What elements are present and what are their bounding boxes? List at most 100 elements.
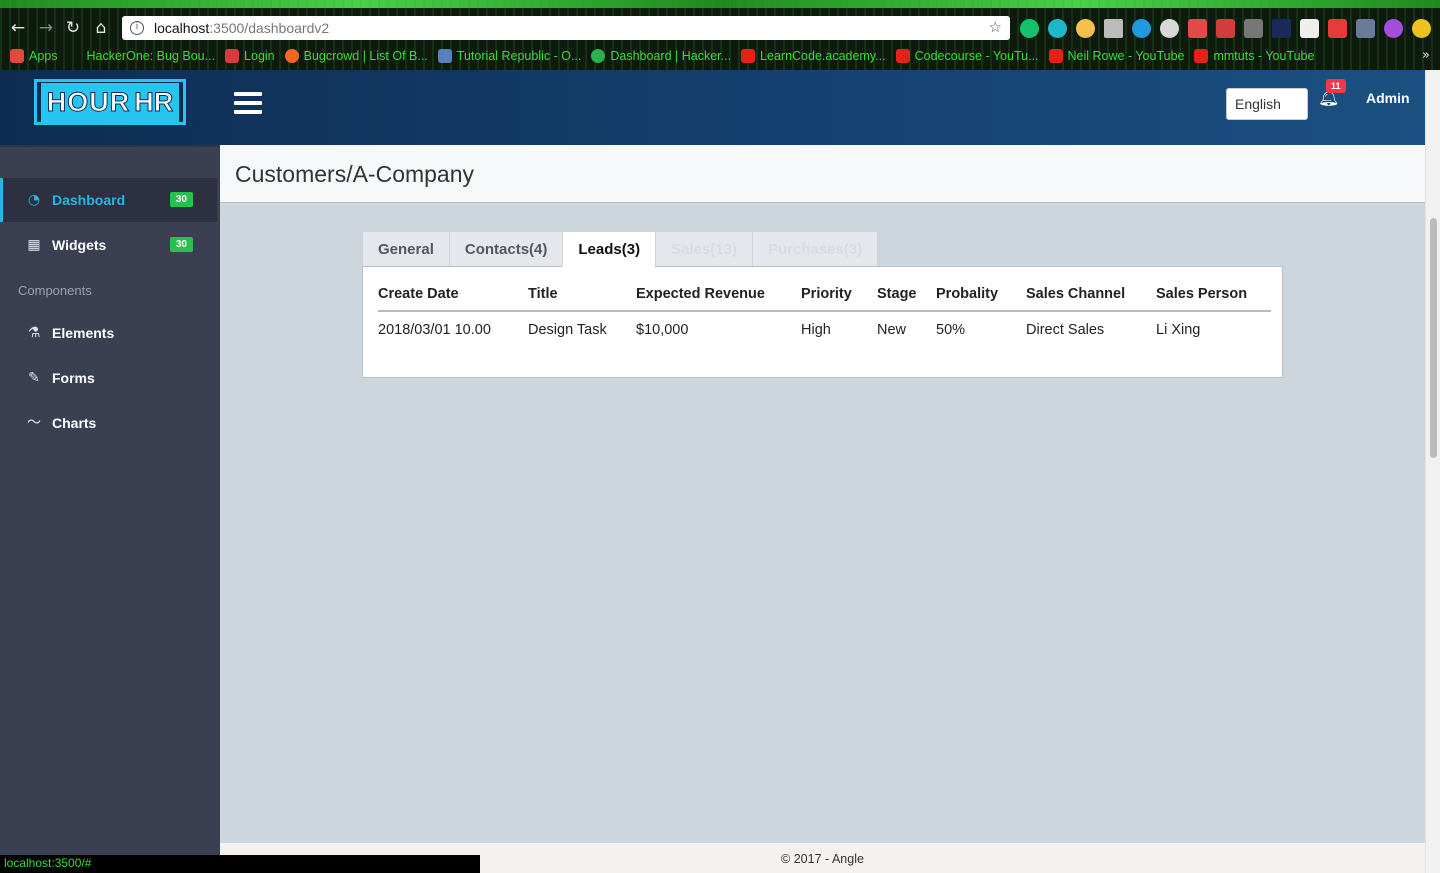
bookmark-label: Codecourse - YouTu...: [914, 49, 1039, 63]
extensions-bar: [1020, 19, 1431, 38]
extension-n-icon[interactable]: [1272, 19, 1291, 38]
bookmark-label: Apps: [29, 49, 58, 63]
column-header[interactable]: Stage: [877, 281, 936, 312]
sidebar-item-label: Forms: [52, 370, 95, 386]
user-menu[interactable]: Admin: [1366, 90, 1410, 106]
trend-icon: 〜: [27, 415, 41, 431]
grammarly-icon[interactable]: [1020, 19, 1039, 38]
tab-sales[interactable]: Sales(13): [655, 231, 752, 267]
bookmark-dashboard-hacker[interactable]: Dashboard | Hacker...: [591, 49, 731, 63]
bookmark-apps[interactable]: Apps: [10, 49, 58, 63]
youtube-icon: [895, 49, 910, 63]
bookmark-hackerone[interactable]: HackerOne: Bug Bou...: [68, 49, 216, 63]
extension-blue-icon[interactable]: [1132, 19, 1151, 38]
notification-badge: 11: [1326, 79, 1346, 93]
url-path: :3500/dashboardv2: [209, 20, 330, 36]
hackerone-icon: [68, 49, 82, 63]
table-row[interactable]: 2018/03/01 10.00 Design Task $10,000 Hig…: [378, 311, 1271, 346]
extension-coin-icon[interactable]: [1076, 19, 1095, 38]
extension-purple-icon[interactable]: [1384, 19, 1403, 38]
sidebar-badge: 30: [169, 237, 193, 252]
bookmark-bugcrowd[interactable]: Bugcrowd | List Of B...: [284, 49, 428, 63]
hacker-dashboard-icon: [591, 49, 606, 63]
page-title: Customers/A-Company: [235, 161, 475, 187]
column-header[interactable]: Priority: [801, 281, 877, 312]
extension-gray-icon[interactable]: [1160, 19, 1179, 38]
status-bar-url: localhost:3500/#: [0, 855, 480, 873]
sidebar-item-label: Dashboard: [52, 192, 126, 208]
sidebar-item-elements[interactable]: ⚗ Elements: [0, 311, 217, 355]
table-cell: High: [801, 322, 831, 338]
bugcrowd-icon: [284, 49, 299, 63]
logo-hr-text: HR: [134, 86, 174, 118]
leads-panel: Create Date Title Expected Revenue Prior…: [362, 266, 1283, 378]
tab-purchases[interactable]: Purchases(3): [751, 231, 879, 267]
logo-hour-text: HOUR: [46, 86, 131, 117]
sidebar-item-label: Elements: [52, 325, 115, 341]
grid-icon: ▦: [27, 237, 41, 253]
browser-toolbar: ← → ↻ ⌂ i localhost:3500/dashboardv2 ☆ A…: [0, 0, 1440, 70]
table-cell: Li Xing: [1156, 322, 1201, 338]
sidebar: ◔ Dashboard 30 ▦ Widgets 30 Components ⚗…: [0, 145, 220, 873]
bookmark-login[interactable]: Login: [225, 49, 275, 63]
tab-general[interactable]: General: [362, 231, 449, 267]
forward-icon[interactable]: →: [36, 18, 56, 38]
sidebar-item-label: Charts: [52, 415, 97, 431]
tutorial-republic-icon: [437, 49, 452, 63]
tab-bar: General Contacts(4) Leads(3) Sales(13) P…: [362, 231, 879, 267]
sidebar-item-dashboard[interactable]: ◔ Dashboard 30: [0, 178, 217, 222]
drive-icon[interactable]: [1104, 19, 1123, 38]
bookmark-tutorial-republic[interactable]: Tutorial Republic - O...: [437, 49, 582, 63]
scrollbar-thumb[interactable]: [1430, 218, 1437, 458]
extension-shield-icon[interactable]: [1188, 19, 1207, 38]
youtube-icon: [1048, 49, 1063, 63]
gauge-icon: ◔: [27, 192, 41, 208]
location-icon[interactable]: [1244, 19, 1263, 38]
table-cell: Design Task: [528, 322, 607, 338]
table-cell: 50%: [936, 322, 966, 338]
profile-icon[interactable]: [1412, 19, 1431, 38]
todoist-icon[interactable]: [1216, 19, 1235, 38]
tab-leads[interactable]: Leads(3): [562, 231, 656, 267]
bookmark-label: Tutorial Republic - O...: [456, 49, 582, 63]
column-header[interactable]: Title: [528, 281, 636, 312]
column-header[interactable]: Sales Person: [1156, 281, 1271, 312]
column-header[interactable]: Create Date: [378, 281, 528, 312]
bookmark-neil-rowe[interactable]: Neil Rowe - YouTube: [1048, 49, 1185, 63]
bookmark-label: Dashboard | Hacker...: [610, 49, 732, 63]
table-cell: $10,000: [636, 322, 689, 338]
language-select[interactable]: English: [1226, 88, 1308, 120]
column-header[interactable]: Sales Channel: [1026, 281, 1156, 312]
address-bar[interactable]: i localhost:3500/dashboardv2 ☆: [122, 16, 1010, 40]
youtube-icon: [1194, 49, 1209, 63]
scrollbar[interactable]: [1425, 70, 1440, 873]
flask-icon: ⚗: [27, 325, 41, 341]
home-icon[interactable]: ⌂: [91, 18, 111, 38]
info-icon[interactable]: i: [130, 21, 144, 35]
column-header[interactable]: Probality: [936, 281, 1026, 312]
extension-red-icon[interactable]: [1328, 19, 1347, 38]
bookmark-label: Neil Rowe - YouTube: [1067, 49, 1185, 63]
youtube-icon: [741, 49, 756, 63]
tab-contacts[interactable]: Contacts(4): [448, 231, 563, 267]
extension-white-icon[interactable]: [1300, 19, 1319, 38]
logo[interactable]: HOUR HR: [34, 79, 186, 125]
sidebar-item-charts[interactable]: 〜 Charts: [0, 401, 217, 445]
column-header[interactable]: Expected Revenue: [636, 281, 801, 312]
sidebar-item-forms[interactable]: ✎ Forms: [0, 356, 217, 400]
bookmark-star-icon[interactable]: ☆: [989, 18, 1002, 36]
bookmark-label: Login: [244, 49, 275, 63]
bookmark-codecourse[interactable]: Codecourse - YouTu...: [895, 49, 1039, 63]
extension-m-icon[interactable]: [1048, 19, 1067, 38]
menu-toggle-icon[interactable]: [234, 92, 262, 114]
extension-tool-icon[interactable]: [1356, 19, 1375, 38]
reload-icon[interactable]: ↻: [63, 18, 83, 38]
app-header: HOUR HR English 🔔︎ 11 Admin: [0, 70, 1425, 145]
bookmarks-overflow-icon[interactable]: »: [1422, 48, 1430, 63]
back-icon[interactable]: ←: [8, 18, 28, 38]
url-host: localhost: [154, 20, 210, 36]
bookmark-mmtuts[interactable]: mmtuts - YouTube: [1194, 49, 1314, 63]
bookmark-learncode[interactable]: LearnCode.academy...: [741, 49, 886, 63]
sidebar-item-widgets[interactable]: ▦ Widgets 30: [0, 223, 217, 267]
leads-table: Create Date Title Expected Revenue Prior…: [378, 281, 1271, 346]
